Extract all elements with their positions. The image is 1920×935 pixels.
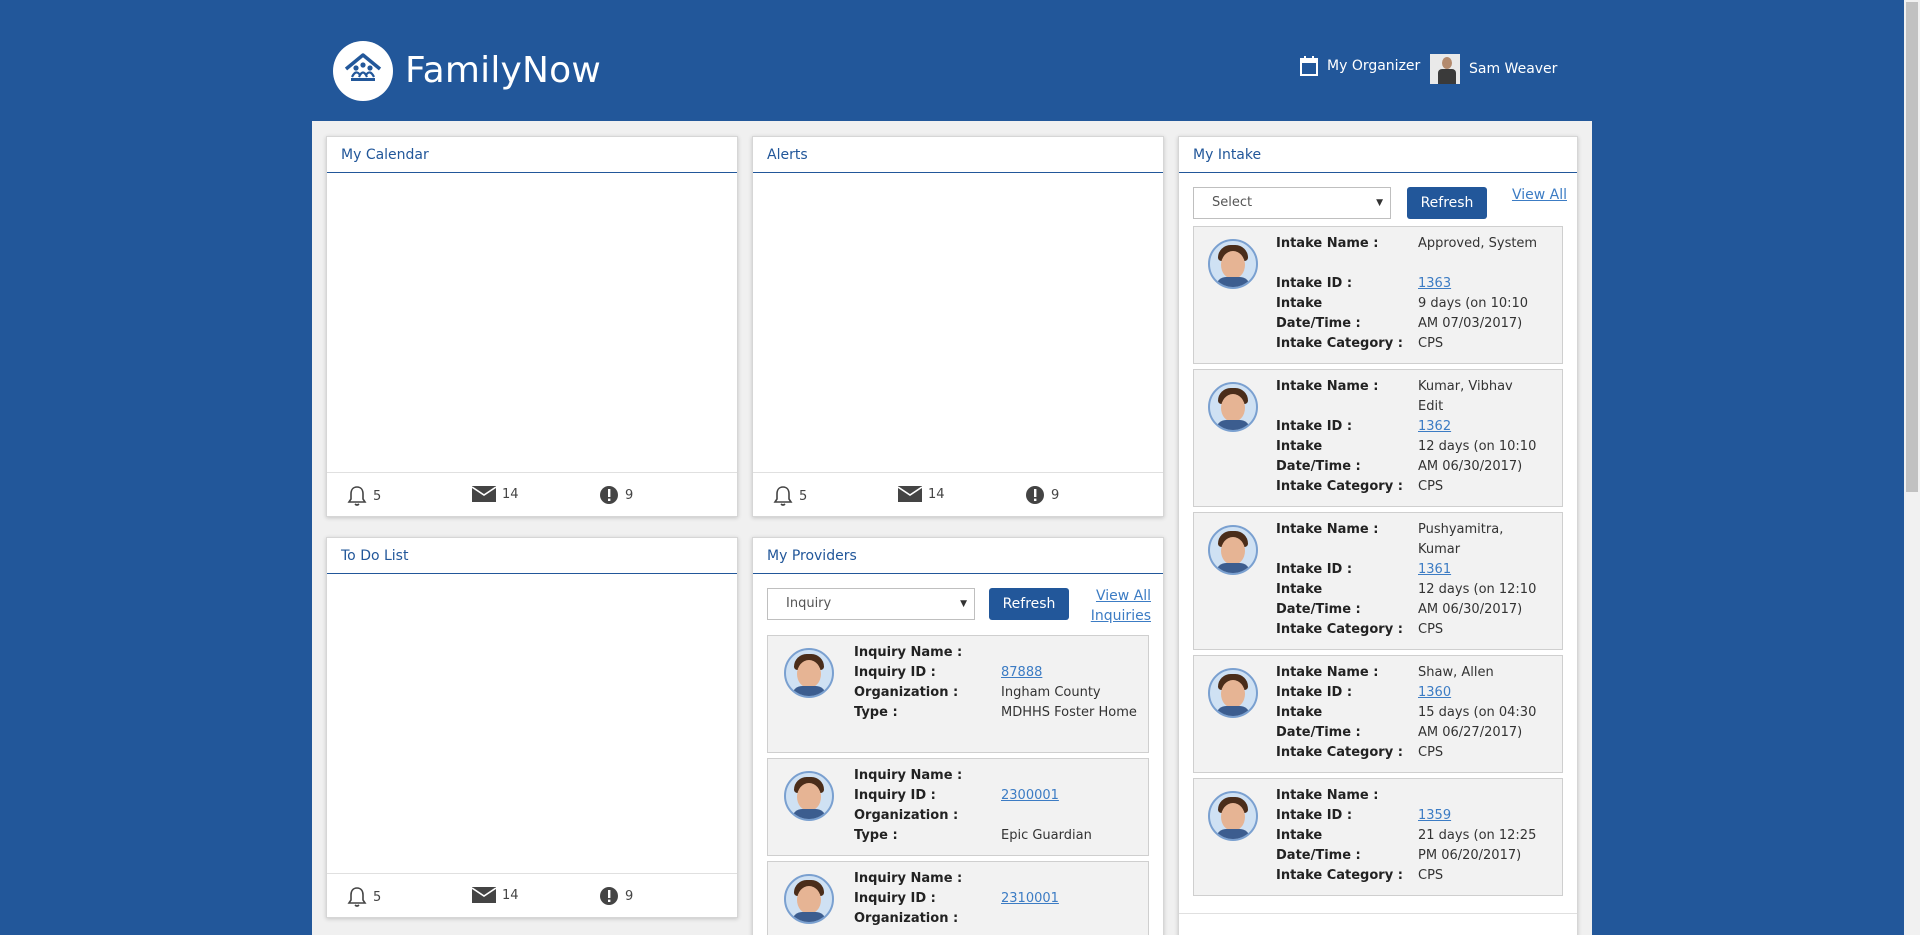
warnings-count[interactable]: 9 (1025, 485, 1059, 505)
messages-count[interactable]: 14 (472, 886, 519, 904)
mail-icon (472, 887, 496, 903)
dropdown-caret-icon: ▼ (960, 599, 967, 609)
providers-refresh-button[interactable]: Refresh (989, 588, 1069, 620)
page-scrollbar[interactable] (1904, 0, 1920, 935)
intake-id-link[interactable]: 1363 (1418, 274, 1451, 294)
inquiry-id-link[interactable]: 87888 (1001, 663, 1042, 683)
mail-icon (472, 486, 496, 502)
bell-icon (347, 887, 367, 907)
alerts-card: Alerts 5 14 9 (752, 136, 1164, 517)
calendar-card: My Calendar 5 14 9 (326, 136, 738, 517)
intake-item[interactable]: Intake Name : Pushyamitra, Kumar Intake … (1193, 512, 1563, 650)
intake-card: My Intake Select ▼ Refresh View All Inta… (1178, 136, 1578, 935)
inquiry-id-link[interactable]: 2310001 (1001, 889, 1059, 909)
todo-card-title: To Do List (327, 538, 737, 574)
messages-count[interactable]: 14 (898, 485, 945, 503)
intake-card-title: My Intake (1179, 137, 1577, 173)
child-avatar (1208, 239, 1258, 289)
intake-item[interactable]: Intake Name : Intake ID : 1359 Intake Da… (1193, 778, 1563, 896)
provider-item[interactable]: Inquiry Name : Inquiry ID : 2310001 Orga… (767, 861, 1149, 935)
family-house-logo-icon[interactable] (333, 41, 393, 101)
intake-id-link[interactable]: 1360 (1418, 683, 1451, 703)
child-avatar (1208, 382, 1258, 432)
my-organizer-link[interactable]: My Organizer (1300, 56, 1420, 76)
view-all-inquiries-link[interactable]: View All Inquiries (1071, 586, 1151, 626)
intake-item[interactable]: Intake Name : Approved, System Intake ID… (1193, 226, 1563, 364)
child-avatar (784, 771, 834, 821)
app-header: FamilyNow My Organizer Sam Weaver (0, 0, 1904, 121)
provider-item[interactable]: Inquiry Name : Inquiry ID : 87888 Organi… (767, 635, 1149, 753)
intake-item[interactable]: Intake Name : Kumar, Vibhav Edit Intake … (1193, 369, 1563, 507)
intake-id-link[interactable]: 1361 (1418, 560, 1451, 580)
scrollbar-thumb[interactable] (1906, 2, 1918, 492)
inquiry-type-select[interactable]: Inquiry ▼ (767, 588, 975, 620)
provider-item[interactable]: Inquiry Name : Inquiry ID : 2300001 Orga… (767, 758, 1149, 856)
view-all-intake-link[interactable]: View All (1489, 185, 1567, 205)
exclamation-icon (1026, 486, 1044, 504)
intake-item[interactable]: Intake Name : Shaw, Allen Intake ID : 13… (1193, 655, 1563, 773)
user-name: Sam Weaver (1469, 61, 1558, 77)
warnings-count[interactable]: 9 (599, 485, 633, 505)
my-organizer-label: My Organizer (1327, 58, 1421, 74)
dashboard-content: My Calendar 5 14 9 Alerts 5 14 9 To Do L… (312, 121, 1592, 935)
messages-count[interactable]: 14 (472, 485, 519, 503)
warnings-count[interactable]: 9 (599, 886, 633, 906)
intake-filter-select[interactable]: Select ▼ (1193, 187, 1391, 219)
notifications-count[interactable]: 5 (773, 485, 807, 507)
exclamation-icon (600, 887, 618, 905)
notifications-count[interactable]: 5 (347, 886, 381, 908)
bell-icon (773, 486, 793, 506)
providers-card: My Providers Inquiry ▼ Refresh View All … (752, 537, 1164, 935)
exclamation-icon (600, 486, 618, 504)
calendar-icon (1300, 56, 1318, 76)
child-avatar (1208, 525, 1258, 575)
child-avatar (1208, 791, 1258, 841)
calendar-card-footer: 5 14 9 (327, 472, 737, 516)
inquiry-id-link[interactable]: 2300001 (1001, 786, 1059, 806)
dropdown-caret-icon: ▼ (1376, 198, 1383, 208)
child-avatar (1208, 668, 1258, 718)
child-avatar (784, 648, 834, 698)
todo-card: To Do List 5 14 9 (326, 537, 738, 918)
intake-id-link[interactable]: 1359 (1418, 806, 1451, 826)
notifications-count[interactable]: 5 (347, 485, 381, 507)
calendar-card-title: My Calendar (327, 137, 737, 173)
alerts-card-title: Alerts (753, 137, 1163, 173)
alerts-card-footer: 5 14 9 (753, 472, 1163, 516)
intake-card-footer (1179, 913, 1577, 935)
mail-icon (898, 486, 922, 502)
intake-refresh-button[interactable]: Refresh (1407, 187, 1487, 219)
todo-card-footer: 5 14 9 (327, 873, 737, 917)
intake-id-link[interactable]: 1362 (1418, 417, 1451, 437)
user-menu[interactable]: Sam Weaver (1430, 54, 1557, 84)
brand-title: FamilyNow (405, 50, 602, 91)
child-avatar (784, 874, 834, 924)
bell-icon (347, 486, 367, 506)
providers-card-title: My Providers (753, 538, 1163, 574)
avatar (1430, 54, 1460, 84)
